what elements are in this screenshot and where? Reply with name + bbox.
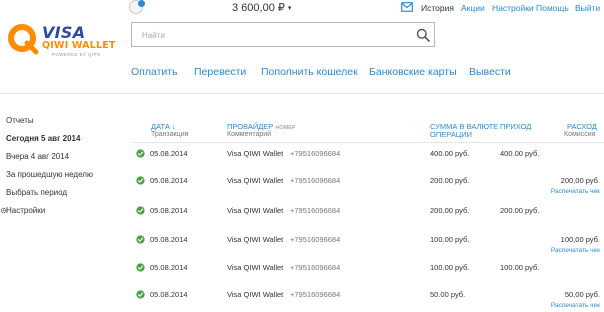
checkmark-circle-icon (136, 149, 145, 158)
cell-amount: 50.00 руб. (430, 290, 466, 299)
checkmark-circle-icon (136, 206, 145, 215)
cell-date: 05.08.2014 (150, 176, 188, 185)
nav-promotions[interactable]: Акции (461, 3, 485, 13)
cell-number: +79516096684 (290, 176, 341, 185)
search-box (131, 22, 435, 47)
mail-icon[interactable] (401, 2, 413, 12)
cell-date: 05.08.2014 (150, 206, 188, 215)
action-withdraw[interactable]: Вывести (469, 66, 511, 78)
visa-qiwi-logo[interactable]: VISA QIWI WALLET POWERED BY QIPS (6, 22, 126, 62)
transactions-table: ДАТА ↓ Транзакция ПРОВАЙДЕР НОМЕР Коммен… (131, 95, 604, 312)
cell-date: 05.08.2014 (150, 290, 188, 299)
col-subheader-comment: Комментарий (227, 131, 272, 138)
avatar[interactable] (129, 0, 145, 14)
action-pay[interactable]: Оплатить (131, 66, 178, 78)
checkmark-circle-icon (136, 176, 145, 185)
cell-number: +79516096684 (290, 290, 341, 299)
col-subheader-transaction: Транзакция (151, 131, 189, 138)
cell-date: 05.08.2014 (150, 149, 188, 158)
nav-history[interactable]: История (421, 3, 454, 13)
cell-expense: 100,00 руб. (560, 235, 600, 244)
nav-logout[interactable]: Выйти (575, 3, 600, 13)
action-bank-cards[interactable]: Банковские карты (369, 66, 457, 78)
sidebar-item-settings[interactable]: Настройки (0, 206, 46, 215)
cell-income: 400.00 руб. (500, 149, 540, 158)
notification-badge (138, 0, 145, 7)
sidebar: Отчеты Сегодня 5 авг 2014 Вчера 4 авг 20… (0, 95, 120, 312)
cell-amount: 200.00 руб. (430, 176, 470, 185)
cell-provider[interactable]: Visa QIWI Wallet (227, 149, 283, 158)
checkmark-circle-icon (136, 263, 145, 272)
table-row[interactable]: 05.08.2014 Visa QIWI Wallet +79516096684 40… (131, 145, 604, 175)
balance-dropdown[interactable]: 3 600,00 ₽ ▾ (232, 1, 291, 14)
col-header-number: НОМЕР (275, 125, 296, 131)
sidebar-item-last-week[interactable]: За прошедшую неделю (6, 170, 93, 179)
action-transfer[interactable]: Перевести (194, 66, 246, 78)
sidebar-item-select-period[interactable]: Выбрать период (6, 188, 67, 197)
cell-expense: 200,00 руб. (560, 176, 600, 185)
sidebar-item-settings-label: Настройки (6, 206, 46, 215)
print-receipt-link[interactable]: Распечатать чек (551, 247, 600, 254)
table-row[interactable]: 05.08.2014 Visa QIWI Wallet +79516096684 10… (131, 231, 604, 261)
col-header-provider[interactable]: ПРОВАЙДЕР НОМЕР (227, 122, 296, 131)
col-header-expense[interactable]: РАСХОД (567, 122, 597, 131)
col-header-date[interactable]: ДАТА ↓ (151, 122, 176, 131)
cell-provider[interactable]: Visa QIWI Wallet (227, 290, 283, 299)
qiwi-logo-icon (8, 24, 39, 55)
search-icon[interactable] (416, 28, 430, 42)
col-header-amount-line2: ОПЕРАЦИИ (430, 130, 473, 139)
table-row[interactable]: 05.08.2014 Visa QIWI Wallet +79516096684 20… (131, 172, 604, 202)
cell-income: 100.00 руб. (500, 263, 540, 272)
cell-number: +79516096684 (290, 149, 341, 158)
cell-number: +79516096684 (290, 263, 341, 272)
cell-provider[interactable]: Visa QIWI Wallet (227, 176, 283, 185)
col-subheader-commission: Комиссия (564, 131, 596, 138)
checkmark-circle-icon (136, 235, 145, 244)
cell-provider[interactable]: Visa QIWI Wallet (227, 235, 283, 244)
nav-help[interactable]: Помощь (536, 3, 569, 13)
sidebar-title: Отчеты (6, 116, 34, 125)
action-top-up[interactable]: Пополнить кошелек (261, 66, 358, 78)
caret-down-icon: ▾ (287, 5, 292, 12)
table-row[interactable]: 05.08.2014 Visa QIWI Wallet +79516096684 50… (131, 286, 604, 312)
search-input[interactable] (142, 27, 402, 43)
cell-date: 05.08.2014 (150, 263, 188, 272)
checkmark-circle-icon (136, 290, 145, 299)
col-header-income[interactable]: ПРИХОД (500, 122, 531, 131)
nav-settings[interactable]: Настройки (492, 3, 534, 13)
cell-provider[interactable]: Visa QIWI Wallet (227, 206, 283, 215)
cell-amount: 200.00 руб. (430, 206, 470, 215)
balance-value: 3 600,00 ₽ (232, 2, 285, 14)
table-row[interactable]: 05.08.2014 Visa QIWI Wallet +79516096684 20… (131, 202, 604, 232)
cell-income: 200.00 руб. (500, 206, 540, 215)
cell-amount: 100.00 руб. (430, 263, 470, 272)
cell-provider[interactable]: Visa QIWI Wallet (227, 263, 283, 272)
sidebar-item-yesterday[interactable]: Вчера 4 авг 2014 (6, 152, 69, 161)
gear-icon (0, 207, 7, 214)
logo-qiwi-text: QIWI WALLET (42, 40, 116, 51)
table-row[interactable]: 05.08.2014 Visa QIWI Wallet +79516096684 10… (131, 259, 604, 289)
cell-number: +79516096684 (290, 235, 341, 244)
cell-date: 05.08.2014 (150, 235, 188, 244)
print-receipt-link[interactable]: Распечатать чек (551, 188, 600, 195)
col-header-provider-label: ПРОВАЙДЕР (227, 122, 274, 131)
cell-amount: 400.00 руб. (430, 149, 470, 158)
sidebar-item-today[interactable]: Сегодня 5 авг 2014 (6, 134, 80, 143)
logo-powered-text: POWERED BY QIPS (52, 52, 101, 57)
header-divider (131, 142, 604, 143)
cell-expense: 50,00 руб. (564, 290, 600, 299)
cell-amount: 100.00 руб. (430, 235, 470, 244)
cell-number: +79516096684 (290, 206, 341, 215)
print-receipt-link[interactable]: Распечатать чек (551, 302, 600, 309)
header: VISA QIWI WALLET POWERED BY QIPS 3 600,0… (0, 0, 604, 94)
